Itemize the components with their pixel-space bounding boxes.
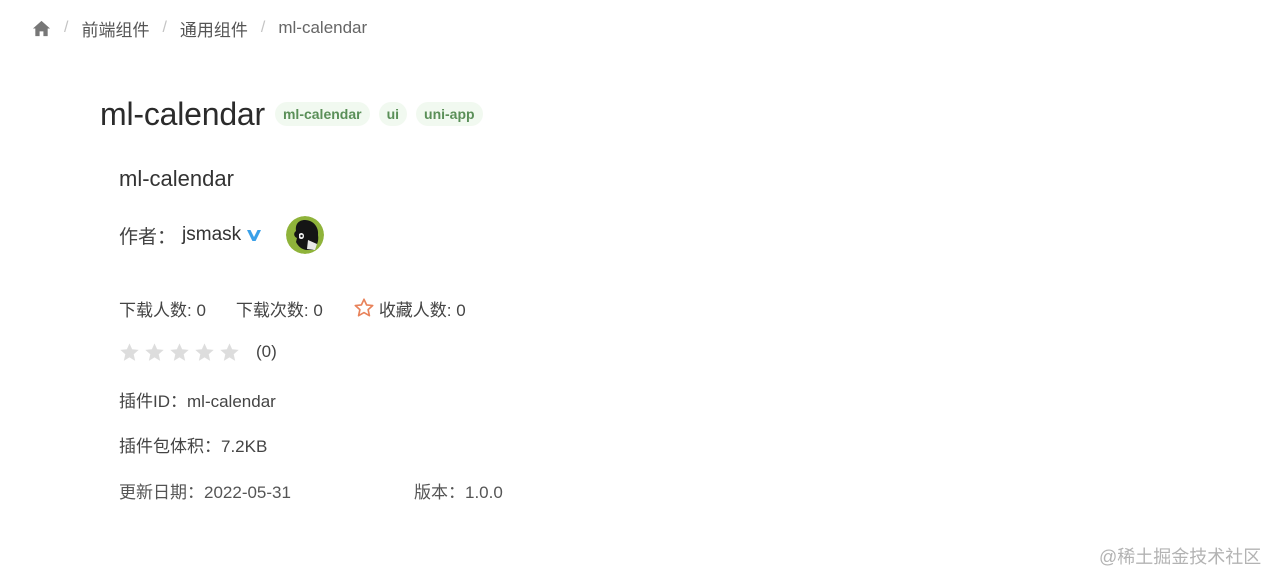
- tag-ml-calendar[interactable]: ml-calendar: [274, 102, 370, 126]
- breadcrumb-separator: /: [64, 19, 69, 36]
- breadcrumb: / 前端组件 / 通用组件 / ml-calendar: [32, 16, 367, 40]
- plugin-version: 版本：1.0.0: [414, 483, 503, 502]
- watermark: @稀土掘金技术社区: [1099, 547, 1262, 567]
- rating-star-icon[interactable]: [219, 342, 240, 363]
- plugin-id: 插件ID：ml-calendar: [119, 392, 276, 411]
- verified-v-icon: [246, 228, 262, 242]
- downloads-count: 下载次数: 0: [235, 300, 323, 320]
- home-icon[interactable]: [32, 19, 51, 38]
- plugin-detail-page: / 前端组件 / 通用组件 / ml-calendar ml-calendar …: [0, 0, 1278, 582]
- breadcrumb-item-current: ml-calendar: [278, 18, 368, 37]
- rating-star-icon[interactable]: [144, 342, 165, 363]
- rating-star-icon[interactable]: [194, 342, 215, 363]
- title-row: ml-calendar ml-calendar ui uni-app: [100, 92, 483, 136]
- breadcrumb-item-common-components[interactable]: 通用组件: [180, 16, 248, 41]
- tag-uni-app[interactable]: uni-app: [416, 102, 483, 126]
- tag-ui[interactable]: ui: [378, 102, 408, 126]
- update-date: 更新日期：2022-05-31: [119, 483, 291, 502]
- author-label: 作者：: [119, 226, 177, 248]
- star-outline-icon[interactable]: [353, 297, 375, 319]
- breadcrumb-item-frontend-components[interactable]: 前端组件: [81, 16, 149, 41]
- downloaders-count: 下载人数: 0: [119, 300, 206, 320]
- breadcrumb-separator: /: [260, 19, 266, 36]
- rating-star-icon[interactable]: [119, 342, 140, 363]
- breadcrumb-separator: /: [162, 19, 167, 36]
- stats-row: 下载人数: 0 下载次数: 0 收藏人数: 0: [119, 295, 466, 321]
- favorites-count: 收藏人数: 0: [378, 300, 466, 320]
- author-name-link[interactable]: jsmask: [182, 224, 241, 246]
- page-title: ml-calendar: [100, 95, 265, 132]
- favorites-stat: 收藏人数: 0: [353, 296, 466, 321]
- rating-row: (0): [119, 340, 277, 364]
- plugin-subtitle: ml-calendar: [119, 166, 234, 191]
- avatar[interactable]: [286, 216, 325, 254]
- plugin-size: 插件包体积：7.2KB: [119, 437, 268, 456]
- rating-count: (0): [256, 342, 277, 361]
- author-row: 作者： jsmask: [119, 216, 325, 254]
- rating-star-icon[interactable]: [169, 342, 190, 363]
